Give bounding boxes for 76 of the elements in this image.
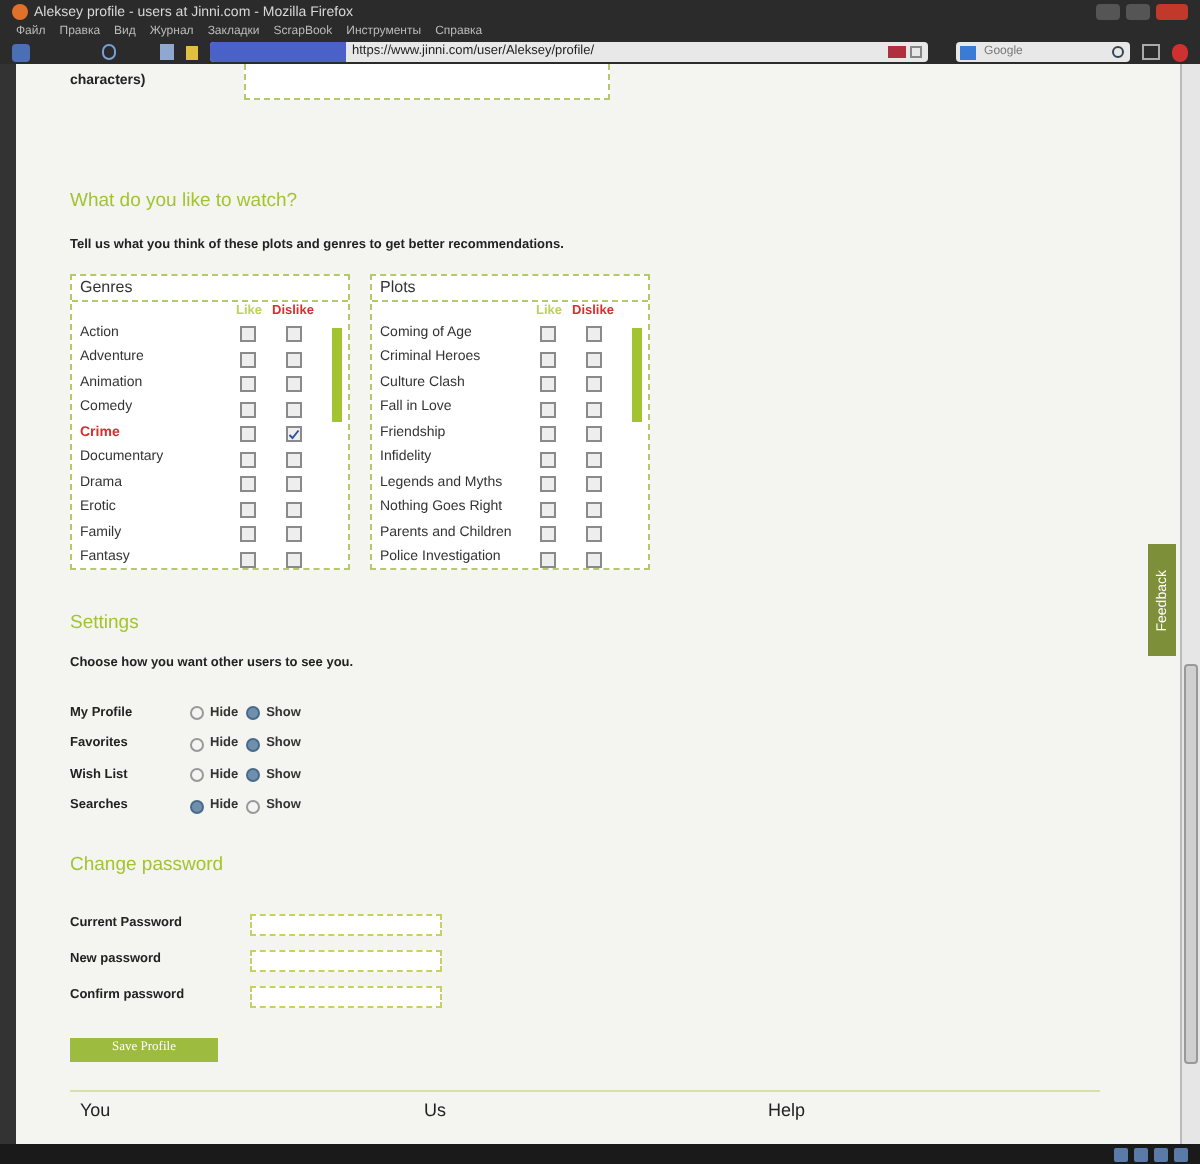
checkbox[interactable] xyxy=(240,551,256,567)
home-button[interactable] xyxy=(159,44,174,60)
section-heading: What do you like to watch? xyxy=(70,192,300,211)
checkbox[interactable] xyxy=(540,326,556,342)
checkbox[interactable] xyxy=(540,476,556,492)
checkbox[interactable] xyxy=(286,526,302,542)
checkbox[interactable] xyxy=(586,351,602,367)
checkbox[interactable] xyxy=(286,326,302,342)
checkbox[interactable] xyxy=(286,551,302,567)
checkbox[interactable] xyxy=(240,476,256,492)
checkbox[interactable] xyxy=(286,376,302,392)
search-engine-icon xyxy=(960,45,977,59)
checkbox[interactable] xyxy=(240,451,256,467)
radio-button[interactable] xyxy=(190,799,204,814)
checkbox[interactable] xyxy=(240,326,256,342)
checkbox[interactable] xyxy=(586,451,602,467)
checkbox[interactable] xyxy=(286,426,302,442)
checkbox[interactable] xyxy=(586,501,602,517)
password-field[interactable] xyxy=(250,913,442,935)
radio-button[interactable] xyxy=(190,706,204,721)
checkbox[interactable] xyxy=(240,351,256,367)
checkbox[interactable] xyxy=(540,551,556,567)
checkbox[interactable] xyxy=(240,501,256,517)
stop-icon[interactable] xyxy=(1172,43,1188,61)
checkbox[interactable] xyxy=(240,526,256,542)
radio-button[interactable] xyxy=(246,737,261,752)
radio-button[interactable] xyxy=(246,706,261,721)
checkbox[interactable] xyxy=(540,401,556,417)
checkbox[interactable] xyxy=(586,476,602,492)
scrollbar-thumb[interactable] xyxy=(332,328,342,422)
maximize-button[interactable] xyxy=(1126,4,1150,20)
reload-button[interactable] xyxy=(101,44,116,60)
checkbox[interactable] xyxy=(540,451,556,467)
checkbox[interactable] xyxy=(586,401,602,417)
minimize-button[interactable] xyxy=(1096,4,1120,20)
checkbox[interactable] xyxy=(286,501,302,517)
scrollbar[interactable] xyxy=(1180,64,1200,1144)
panel-title: Genres xyxy=(80,276,133,300)
checkbox[interactable] xyxy=(540,351,556,367)
checkbox[interactable] xyxy=(586,326,602,342)
checkbox[interactable] xyxy=(286,351,302,367)
checkbox[interactable] xyxy=(586,551,602,567)
checkbox[interactable] xyxy=(240,376,256,392)
footer-link[interactable]: Help xyxy=(768,1101,1112,1119)
radio-button[interactable] xyxy=(190,768,204,783)
checkbox[interactable] xyxy=(540,426,556,442)
panel-title: Plots xyxy=(380,276,416,300)
footer-link[interactable]: You xyxy=(80,1101,424,1119)
checkbox[interactable] xyxy=(240,426,256,442)
checkbox[interactable] xyxy=(540,501,556,517)
browser-logo-icon xyxy=(12,4,28,20)
checkbox[interactable] xyxy=(286,451,302,467)
password-field[interactable] xyxy=(250,985,442,1007)
section-heading: Change password xyxy=(70,856,226,875)
radio-button[interactable] xyxy=(190,737,204,752)
radio-button[interactable] xyxy=(246,799,261,814)
checkbox[interactable] xyxy=(286,401,302,417)
checkbox[interactable] xyxy=(240,401,256,417)
password-field[interactable] xyxy=(250,949,442,971)
checkbox[interactable] xyxy=(586,376,602,392)
site-identity-badge xyxy=(210,42,347,62)
scrollbar-thumb[interactable] xyxy=(1184,664,1198,1064)
text-area[interactable] xyxy=(244,64,610,100)
footer-link[interactable]: Us xyxy=(424,1101,768,1119)
window-icon[interactable] xyxy=(1142,44,1161,60)
checkbox[interactable] xyxy=(586,426,602,442)
flag-icon xyxy=(888,46,907,58)
checkbox[interactable] xyxy=(540,526,556,542)
checkbox[interactable] xyxy=(540,376,556,392)
back-button[interactable] xyxy=(12,43,30,61)
scrollbar-thumb[interactable] xyxy=(632,328,642,422)
search-icon xyxy=(1112,46,1125,58)
checkbox[interactable] xyxy=(586,526,602,542)
checkbox[interactable] xyxy=(286,476,302,492)
radio-button[interactable] xyxy=(246,768,261,783)
close-button[interactable] xyxy=(1156,4,1188,20)
